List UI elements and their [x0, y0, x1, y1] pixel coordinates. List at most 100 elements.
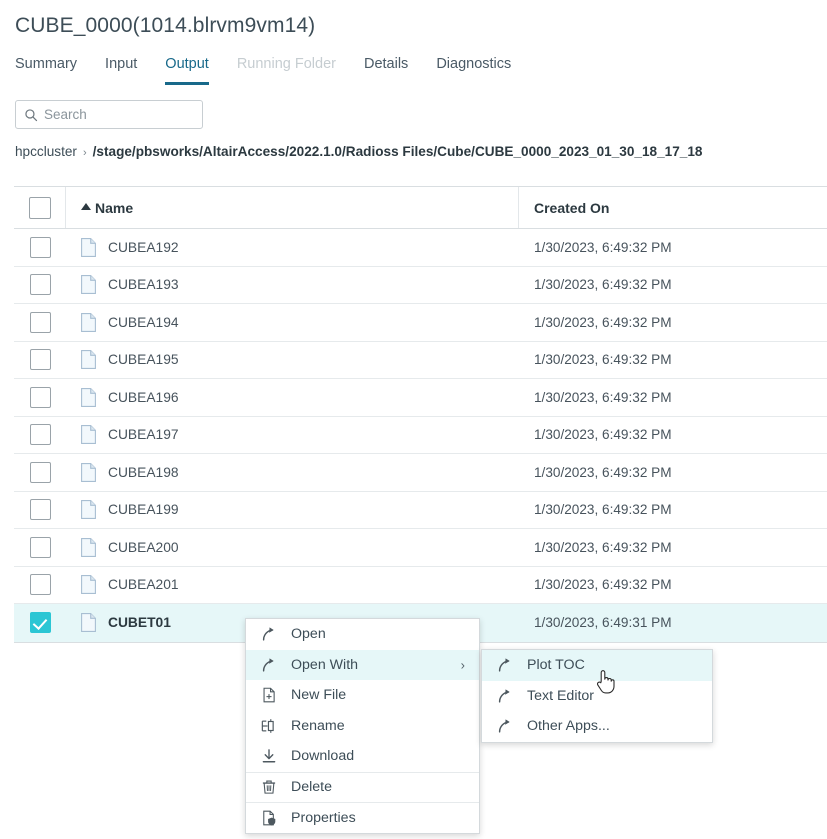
open-arrow-icon	[262, 658, 274, 672]
table-row[interactable]: CUBEA194 1/30/2023, 6:49:32 PM	[14, 304, 827, 342]
menu-item-other-apps[interactable]: Other Apps...	[482, 711, 712, 742]
row-checkbox[interactable]	[29, 236, 51, 258]
menu-item-open[interactable]: Open	[246, 619, 479, 650]
column-header-created[interactable]: Created On	[519, 187, 827, 228]
row-checkbox[interactable]	[29, 349, 51, 371]
menu-item-open-with[interactable]: Open With ›	[246, 649, 479, 680]
table-row[interactable]: CUBEA200 1/30/2023, 6:49:32 PM	[14, 529, 827, 567]
select-all-checkbox[interactable]	[28, 196, 51, 219]
trash-icon	[262, 780, 276, 794]
row-name-cell[interactable]: CUBEA194	[66, 304, 519, 341]
search-input[interactable]	[44, 107, 194, 122]
row-created-cell: 1/30/2023, 6:49:31 PM	[534, 615, 672, 631]
row-checkbox-cell	[14, 454, 66, 491]
menu-item-label: Open With	[291, 656, 359, 673]
breadcrumb-path[interactable]: /stage/pbsworks/AltairAccess/2022.1.0/Ra…	[93, 144, 703, 159]
breadcrumb: hpccluster › /stage/pbsworks/AltairAcces…	[15, 144, 702, 159]
table-row[interactable]: CUBEA192 1/30/2023, 6:49:32 PM	[14, 229, 827, 267]
file-name: CUBET01	[108, 615, 171, 631]
breadcrumb-separator-icon: ›	[82, 147, 87, 159]
row-name-cell[interactable]: CUBEA192	[66, 229, 519, 266]
file-name: CUBEA199	[108, 502, 179, 518]
file-name: CUBEA200	[108, 539, 179, 555]
tab-running-folder: Running Folder	[236, 56, 336, 72]
row-checkbox[interactable]	[29, 424, 51, 446]
select-all-cell	[14, 187, 66, 228]
row-checkbox-cell	[14, 267, 66, 304]
row-checkbox-cell	[14, 492, 66, 529]
table-row[interactable]: CUBEA193 1/30/2023, 6:49:32 PM	[14, 266, 827, 304]
open-arrow-icon	[262, 627, 274, 641]
menu-item-delete[interactable]: Delete	[246, 771, 479, 802]
column-header-name[interactable]: Name	[66, 187, 519, 228]
row-checkbox[interactable]	[29, 612, 51, 634]
menu-item-text-editor[interactable]: Text Editor	[482, 680, 712, 711]
row-created-cell: 1/30/2023, 6:49:32 PM	[534, 239, 672, 255]
menu-item-download[interactable]: Download	[246, 741, 479, 772]
tab-input[interactable]: Input	[105, 56, 137, 85]
page-title: CUBE_0000(1014.blrvm9vm14)	[15, 14, 316, 37]
menu-item-rename[interactable]: Rename	[246, 710, 479, 741]
table-row[interactable]: CUBEA199 1/30/2023, 6:49:32 PM	[14, 491, 827, 529]
open-arrow-icon	[498, 719, 510, 733]
file-name: CUBEA198	[108, 464, 179, 480]
menu-item-label: Plot TOC	[527, 657, 585, 674]
table-row[interactable]: CUBEA197 1/30/2023, 6:49:32 PM	[14, 416, 827, 454]
row-checkbox-cell	[14, 342, 66, 379]
menu-item-label: Rename	[291, 717, 345, 734]
file-document-icon	[81, 613, 96, 633]
file-document-icon	[81, 237, 96, 257]
table-header-row: Name Created On	[14, 187, 827, 229]
table-row[interactable]: CUBEA201 1/30/2023, 6:49:32 PM	[14, 566, 827, 604]
menu-item-label: Delete	[291, 779, 333, 796]
row-created-cell: 1/30/2023, 6:49:32 PM	[534, 427, 672, 443]
row-checkbox[interactable]	[29, 386, 51, 408]
menu-item-plot-toc[interactable]: Plot TOC	[482, 650, 712, 681]
tab-diagnostics[interactable]: Diagnostics	[436, 56, 511, 85]
breadcrumb-root[interactable]: hpccluster	[15, 144, 77, 159]
context-menu: Open Open With › New File Rename Download Dele…	[245, 618, 480, 834]
file-document-icon	[81, 387, 96, 407]
row-name-cell[interactable]: CUBEA197	[66, 417, 519, 454]
row-checkbox[interactable]	[29, 311, 51, 333]
sort-ascending-icon	[81, 203, 91, 210]
row-checkbox[interactable]	[29, 536, 51, 558]
row-created-cell: 1/30/2023, 6:49:32 PM	[534, 539, 672, 555]
file-document-icon	[81, 312, 96, 332]
column-header-created-label: Created On	[534, 199, 610, 216]
search-box[interactable]	[15, 100, 203, 129]
menu-item-properties[interactable]: Properties	[246, 802, 479, 833]
row-checkbox[interactable]	[29, 274, 51, 296]
row-name-cell[interactable]: CUBEA196	[66, 379, 519, 416]
row-name-cell[interactable]: CUBEA198	[66, 454, 519, 491]
menu-item-new-file[interactable]: New File	[246, 680, 479, 711]
tab-output[interactable]: Output	[165, 56, 209, 85]
file-table: Name Created On CUBEA192 1/30/2023, 6:49:…	[14, 186, 827, 643]
tab-summary[interactable]: Summary	[15, 56, 77, 85]
row-checkbox-cell	[14, 379, 66, 416]
tab-bar: Summary Input Output Running Folder Details D…	[15, 56, 539, 86]
row-checkbox[interactable]	[29, 461, 51, 483]
row-checkbox-cell	[14, 604, 66, 642]
row-name-cell[interactable]: CUBEA201	[66, 567, 519, 604]
menu-item-label: Download	[291, 748, 355, 765]
properties-icon	[263, 810, 276, 826]
file-document-icon	[81, 462, 96, 482]
file-document-icon	[81, 350, 96, 370]
row-name-cell[interactable]: CUBEA193	[66, 267, 519, 304]
row-created-cell: 1/30/2023, 6:49:32 PM	[534, 577, 672, 593]
row-name-cell[interactable]: CUBEA200	[66, 529, 519, 566]
row-checkbox-cell	[14, 229, 66, 266]
tab-details[interactable]: Details	[364, 56, 408, 85]
table-row[interactable]: CUBEA198 1/30/2023, 6:49:32 PM	[14, 454, 827, 492]
row-created-cell: 1/30/2023, 6:49:32 PM	[534, 389, 672, 405]
row-checkbox[interactable]	[29, 499, 51, 521]
row-checkbox[interactable]	[29, 574, 51, 596]
row-name-cell[interactable]: CUBEA195	[66, 342, 519, 379]
new-file-icon	[263, 687, 275, 703]
table-row[interactable]: CUBEA196 1/30/2023, 6:49:32 PM	[14, 379, 827, 417]
row-name-cell[interactable]: CUBEA199	[66, 492, 519, 529]
menu-item-label: Text Editor	[527, 687, 595, 704]
table-row[interactable]: CUBEA195 1/30/2023, 6:49:32 PM	[14, 341, 827, 379]
menu-item-label: Properties	[291, 809, 356, 826]
